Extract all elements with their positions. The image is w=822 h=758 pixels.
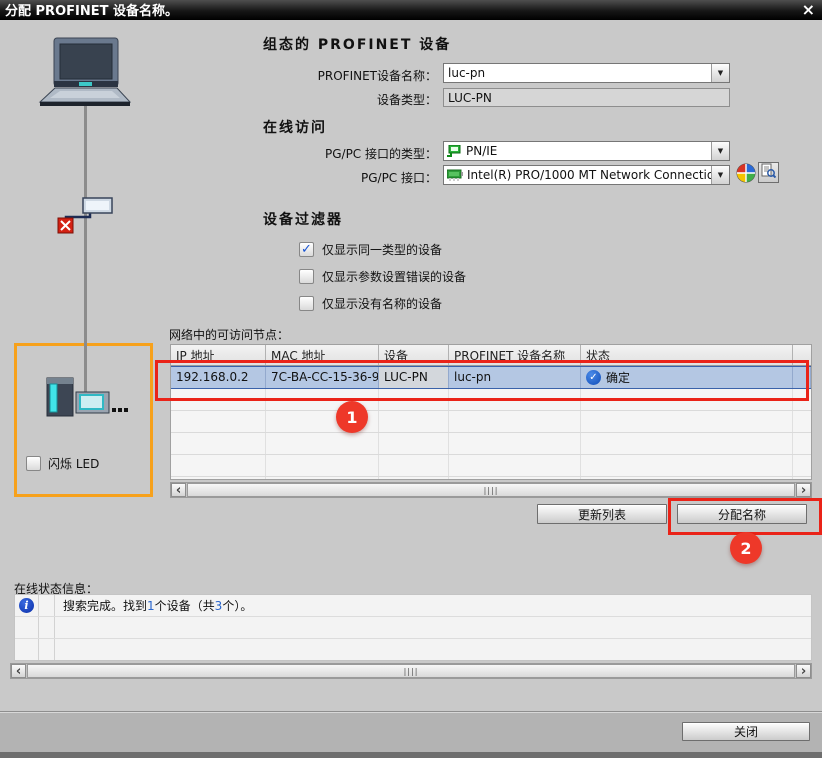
search-devices-button[interactable]: [758, 162, 779, 183]
cell-status: ✓ 确定: [581, 367, 793, 388]
flash-led-option[interactable]: 闪烁 LED: [26, 455, 99, 472]
scrollbar-thumb[interactable]: ||||: [187, 483, 795, 497]
filter-same-type-label: 仅显示同一类型的设备: [322, 241, 442, 258]
table-row[interactable]: 192.168.0.2 7C-BA-CC-15-36-90 LUC-PN luc…: [171, 366, 811, 389]
ellipsis-dots: [112, 408, 128, 412]
chevron-down-icon[interactable]: ▼: [711, 166, 729, 184]
filter-same-type-checkbox[interactable]: ✓: [299, 242, 314, 257]
empty-row: [171, 411, 811, 433]
close-icon[interactable]: ×: [802, 0, 815, 19]
flash-led-checkbox[interactable]: [26, 456, 41, 471]
network-card-icon: [447, 169, 463, 181]
table-header-row: IP 地址 MAC 地址 设备 PROFINET 设备名称 状态: [171, 345, 811, 366]
interface-type-label: PG/PC 接口的类型：: [200, 145, 437, 162]
device-type-label: 设备类型：: [200, 91, 437, 108]
titlebar[interactable]: 分配 PROFINET 设备名称。 ×: [0, 0, 822, 20]
grip-icon: ||||: [484, 486, 499, 495]
scroll-left-button[interactable]: ‹: [171, 483, 186, 497]
status-message: 搜索完成。找到 1 个设备（共 3 个）。: [55, 595, 811, 616]
cell-profinet-name: luc-pn: [449, 367, 581, 388]
assign-name-button[interactable]: 分配名称: [677, 504, 807, 524]
scrollbar-thumb[interactable]: ||||: [27, 664, 795, 678]
filter-no-name-checkbox[interactable]: [299, 296, 314, 311]
profinet-name-value: luc-pn: [444, 66, 711, 80]
interface-type-value: PN/IE: [462, 144, 711, 158]
filter-same-type-option[interactable]: ✓ 仅显示同一类型的设备: [299, 241, 442, 258]
chevron-down-icon[interactable]: ▼: [711, 64, 729, 82]
filter-no-name-option[interactable]: 仅显示没有名称的设备: [299, 295, 442, 312]
col-ip: IP 地址: [171, 345, 266, 365]
device-filter-heading: 设备过滤器: [263, 209, 343, 229]
chevron-down-icon[interactable]: ▼: [711, 142, 729, 160]
laptop-icon: [40, 38, 130, 106]
window-bottom-edge: [0, 752, 822, 758]
device-type-field: LUC-PN: [443, 88, 730, 107]
status-row: i 搜索完成。找到 1 个设备（共 3 个）。: [15, 595, 811, 617]
cell-ip: 192.168.0.2: [171, 367, 266, 388]
search-icon: [761, 163, 776, 182]
grip-icon: ||||: [404, 667, 419, 676]
interface-value: Intel(R) PRO/1000 MT Network Connection: [463, 168, 711, 182]
close-button[interactable]: 关闭: [682, 722, 810, 741]
cell-device: LUC-PN: [379, 367, 449, 388]
network-cable: [84, 104, 87, 396]
col-mac: MAC 地址: [266, 345, 379, 365]
pn-ie-icon: [447, 145, 462, 158]
scroll-right-button[interactable]: ›: [796, 483, 811, 497]
table-hscrollbar[interactable]: ‹ |||| ›: [170, 482, 812, 498]
filter-no-name-label: 仅显示没有名称的设备: [322, 295, 442, 312]
configured-device-heading: 组态的 PROFINET 设备: [263, 34, 451, 54]
filter-bad-params-option[interactable]: 仅显示参数设置错误的设备: [299, 268, 466, 285]
status-ok-icon: ✓: [586, 370, 601, 385]
checkmark-icon: ✓: [301, 243, 312, 256]
empty-status-row: [15, 617, 811, 639]
empty-row: [171, 455, 811, 477]
scroll-right-button[interactable]: ›: [796, 664, 811, 678]
interface-combobox[interactable]: Intel(R) PRO/1000 MT Network Connection …: [443, 165, 730, 185]
col-profinet-name: PROFINET 设备名称: [449, 345, 581, 365]
filter-bad-params-label: 仅显示参数设置错误的设备: [322, 268, 466, 285]
cell-mac: 7C-BA-CC-15-36-90: [266, 367, 379, 388]
flash-led-label: 闪烁 LED: [48, 455, 99, 472]
nodes-table-label: 网络中的可访问节点：: [169, 326, 289, 343]
empty-row: [171, 433, 811, 455]
empty-status-row: [15, 639, 811, 661]
interface-type-combobox[interactable]: PN/IE ▼: [443, 141, 730, 161]
dialog-title: 分配 PROFINET 设备名称。: [0, 2, 178, 22]
empty-row: [171, 389, 811, 411]
profinet-name-label: PROFINET设备名称：: [200, 67, 437, 84]
network-topology-art: [0, 20, 170, 530]
accessible-nodes-table: IP 地址 MAC 地址 设备 PROFINET 设备名称 状态 192.168…: [170, 344, 812, 480]
col-status: 状态: [581, 345, 793, 365]
security-shield-icon: [736, 163, 756, 187]
interface-label: PG/PC 接口：: [200, 169, 437, 186]
col-device: 设备: [379, 345, 449, 365]
filter-bad-params-checkbox[interactable]: [299, 269, 314, 284]
profinet-name-combobox[interactable]: luc-pn ▼: [443, 63, 730, 83]
empty-row: [171, 477, 811, 480]
scroll-left-button[interactable]: ‹: [11, 664, 26, 678]
info-icon: i: [19, 598, 34, 613]
annotation-badge-2: 2: [730, 532, 762, 564]
plc-device-icon: [47, 378, 128, 416]
online-access-heading: 在线访问: [263, 117, 327, 137]
update-list-button[interactable]: 更新列表: [537, 504, 667, 524]
status-hscrollbar[interactable]: ‹ |||| ›: [10, 663, 812, 679]
assign-profinet-name-dialog: 分配 PROFINET 设备名称。 ×: [0, 0, 822, 758]
status-message-list: i 搜索完成。找到 1 个设备（共 3 个）。: [14, 594, 812, 661]
status-text: 确定: [606, 369, 630, 386]
